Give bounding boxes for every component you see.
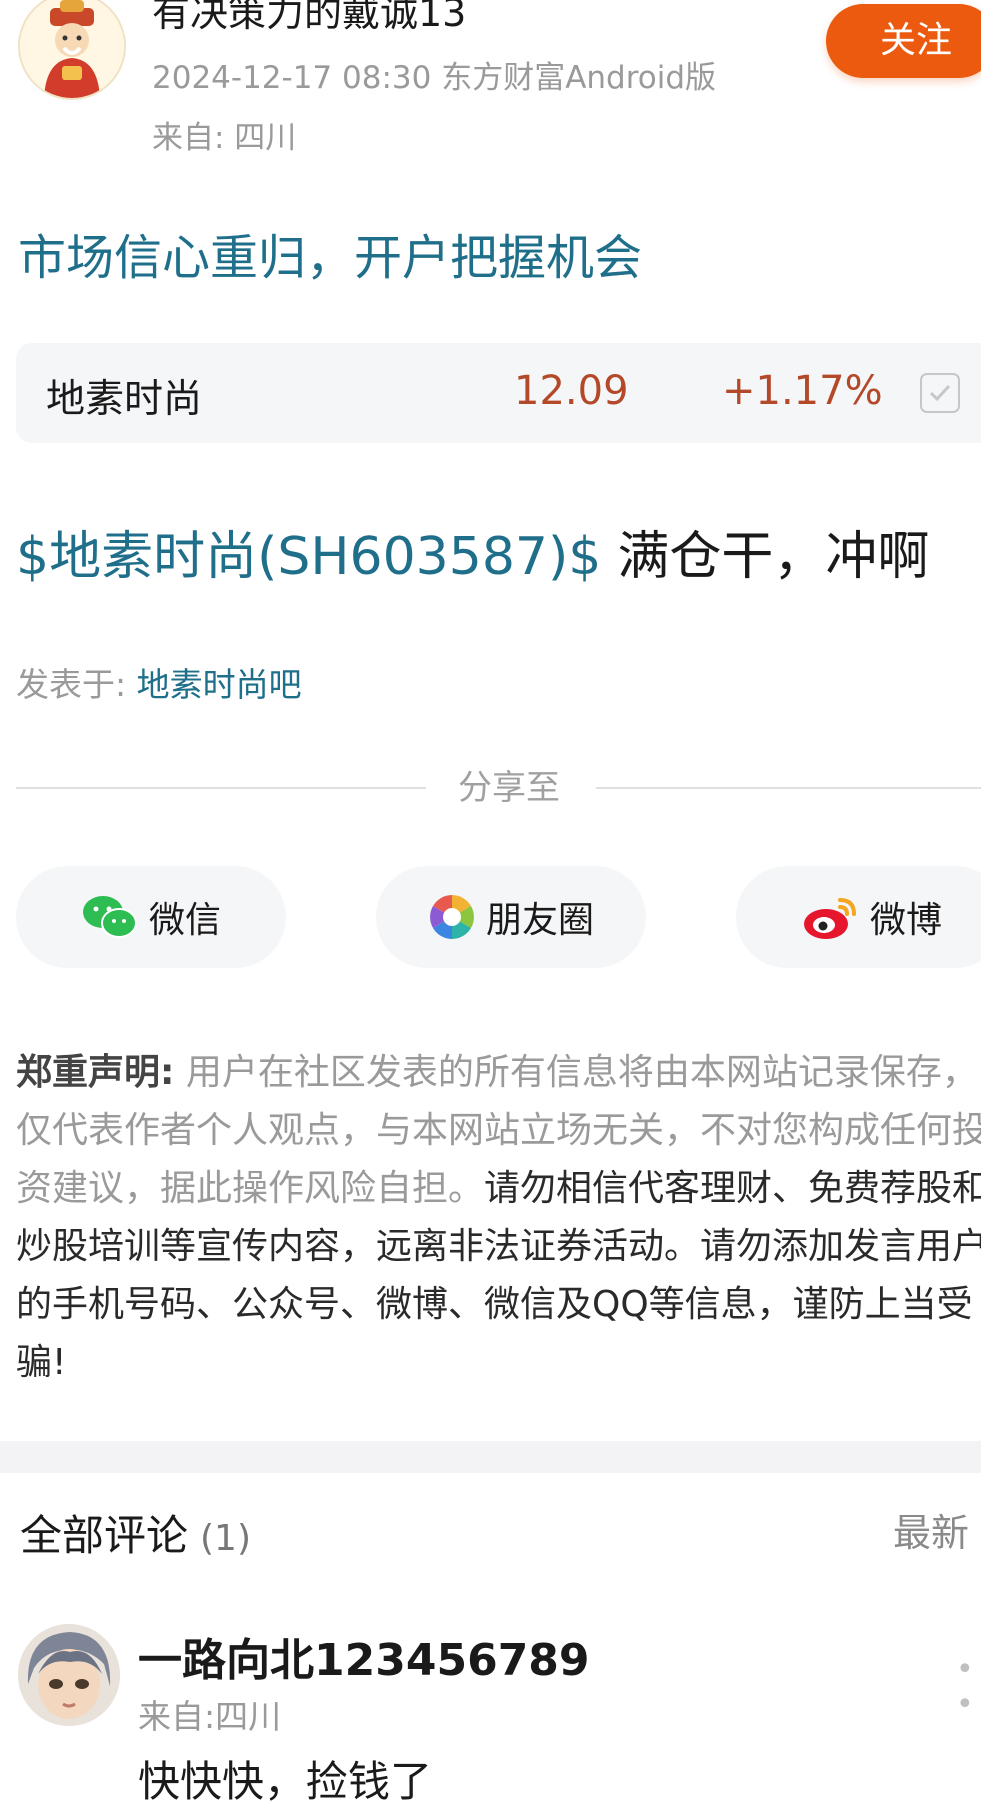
stock-name[interactable]: 地素时尚 — [46, 368, 202, 424]
post-title: 市场信心重归，开户把握机会 — [18, 230, 643, 286]
share-divider-right — [596, 787, 981, 789]
share-wechat-button[interactable]: 微信 — [16, 866, 286, 968]
share-wechat-label: 微信 — [148, 900, 221, 941]
share-divider-left — [16, 787, 426, 789]
share-moments-button[interactable]: 朋友圈 — [376, 866, 646, 968]
comment-region: 来自:四川 — [138, 1697, 282, 1736]
author-avatar[interactable] — [18, 0, 126, 100]
comment-more-icon[interactable]: • • — [956, 1652, 981, 1722]
post-timestamp-source: 2024-12-17 08:30 东方财富Android版 — [152, 60, 717, 96]
post-body: $地素时尚(SH603587)$ 满仓干，冲啊 — [16, 514, 929, 589]
posted-in-bar-link[interactable]: 地素时尚吧 — [137, 665, 302, 704]
caishen-avatar-icon — [20, 0, 124, 98]
posted-in-label: 发表于: — [16, 665, 137, 704]
stock-change: +1.17% — [722, 368, 883, 414]
posted-in: 发表于: 地素时尚吧 — [16, 658, 302, 706]
author-name[interactable]: 有决策力的戴诚13 — [152, 0, 466, 37]
comment-avatar[interactable] — [18, 1624, 120, 1726]
weibo-icon — [803, 898, 856, 939]
share-moments-label: 朋友圈 — [485, 900, 594, 941]
wechat-icon — [82, 896, 137, 938]
checkbox-icon[interactable] — [920, 373, 960, 413]
comments-header: 全部评论 (1) — [20, 1502, 251, 1563]
stock-price: 12.09 — [514, 368, 629, 414]
comment-username[interactable]: 一路向北123456789 — [138, 1624, 590, 1688]
disclaimer: 郑重声明: 用户在社区发表的所有信息将由本网站记录保存，仅代表作者个人观点，与本… — [16, 1044, 981, 1392]
share-label: 分享至 — [458, 768, 560, 808]
user-avatar-icon — [18, 1624, 120, 1726]
disclaimer-heading: 郑重声明: — [16, 1052, 175, 1093]
post-body-text: 满仓干，冲啊 — [617, 527, 930, 587]
stock-mention-link[interactable]: $地素时尚(SH603587)$ — [16, 527, 601, 587]
moments-icon — [429, 895, 474, 939]
sort-latest-button[interactable]: 最新 — [893, 1502, 969, 1557]
share-weibo-label: 微博 — [869, 900, 942, 941]
post-region: 来自: 四川 — [152, 120, 297, 156]
follow-button[interactable]: 关注 — [826, 4, 981, 78]
comment-text: 快快快，捡钱了 — [138, 1757, 433, 1806]
share-weibo-button[interactable]: 微博 — [736, 866, 981, 968]
comments-count: (1) — [200, 1518, 252, 1559]
comments-title: 全部评论 — [20, 1511, 189, 1560]
section-divider — [0, 1441, 981, 1473]
